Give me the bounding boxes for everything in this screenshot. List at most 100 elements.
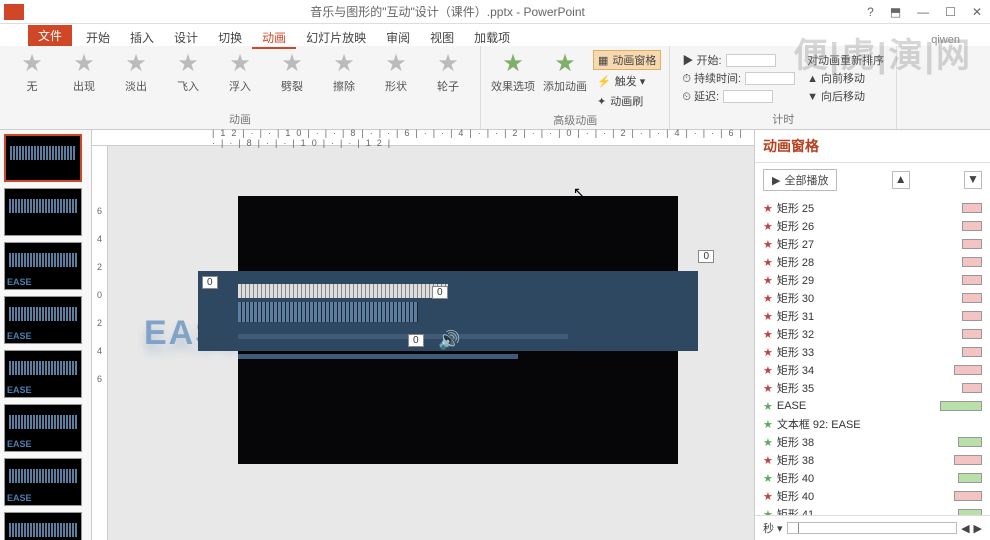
file-tab[interactable]: 文件: [28, 25, 72, 46]
user-label[interactable]: qiwen: [931, 34, 960, 46]
tab-动画[interactable]: 动画: [252, 29, 296, 49]
anim-list-item[interactable]: ★矩形 34: [755, 361, 990, 379]
slide-thumb[interactable]: [4, 188, 82, 236]
anim-preset-无[interactable]: ★无: [8, 50, 56, 94]
anim-list-item[interactable]: ★文本框 92: EASE: [755, 415, 990, 433]
tab-视图[interactable]: 视图: [420, 29, 464, 47]
anim-preset-出现[interactable]: ★出现: [60, 50, 108, 94]
animation-pane: 动画窗格 ▶全部播放 ▲ ▼ ★矩形 25★矩形 26★矩形 27★矩形 28★…: [754, 130, 990, 540]
help-icon[interactable]: ?: [863, 5, 878, 19]
move-up-button[interactable]: ▲: [892, 171, 910, 189]
tab-插入[interactable]: 插入: [120, 29, 164, 47]
slide-thumb[interactable]: EASE: [4, 350, 82, 398]
anim-list-item[interactable]: ★矩形 40: [755, 469, 990, 487]
start-input[interactable]: [726, 54, 776, 67]
ribbon: ★无★出现★淡出★飞入★浮入★劈裂★擦除★形状★轮子 动画 ★ 效果选项 ★ 添…: [0, 46, 990, 130]
anim-list-item[interactable]: ★矩形 31: [755, 307, 990, 325]
close-icon[interactable]: ✕: [968, 5, 986, 19]
anim-tag[interactable]: 0: [432, 286, 448, 299]
anim-preset-劈裂[interactable]: ★劈裂: [268, 50, 316, 94]
anim-preset-擦除[interactable]: ★擦除: [320, 50, 368, 94]
animation-pane-title: 动画窗格: [755, 130, 990, 163]
tab-开始[interactable]: 开始: [76, 29, 120, 47]
anim-preset-淡出[interactable]: ★淡出: [112, 50, 160, 94]
slide-thumb[interactable]: EASE: [4, 512, 82, 540]
anim-list-item[interactable]: ★矩形 35: [755, 379, 990, 397]
anim-list-item[interactable]: ★矩形 30: [755, 289, 990, 307]
animation-list[interactable]: ★矩形 25★矩形 26★矩形 27★矩形 28★矩形 29★矩形 30★矩形 …: [755, 197, 990, 515]
slide-editor[interactable]: EASE 0 0 0 0 🔊 ↖: [108, 146, 754, 540]
star-icon: ★: [763, 454, 773, 467]
anim-preset-浮入[interactable]: ★浮入: [216, 50, 264, 94]
seconds-dropdown[interactable]: 秒 ▾: [763, 520, 783, 536]
tab-设计[interactable]: 设计: [164, 29, 208, 47]
duration-label: ⏱ 持续时间:: [682, 70, 741, 86]
anim-list-item[interactable]: ★矩形 33: [755, 343, 990, 361]
slide[interactable]: 0 0 0 0 🔊: [238, 196, 678, 464]
anim-list-item[interactable]: ★矩形 40: [755, 487, 990, 505]
anim-list-item[interactable]: ★矩形 29: [755, 271, 990, 289]
slide-bars-dark[interactable]: [238, 302, 418, 322]
slide-thumb[interactable]: EASE: [4, 404, 82, 452]
tab-切换[interactable]: 切换: [208, 29, 252, 47]
delay-label: ⏲ 延迟:: [682, 88, 719, 104]
slide-thumbnails[interactable]: EASE EASE EASE EASE EASE EASE: [0, 130, 92, 540]
window-title: 音乐与图形的"互动"设计（课件）.pptx - PowerPoint: [32, 3, 863, 20]
animation-pane-button[interactable]: ▦动画窗格: [593, 50, 661, 70]
slide-bars-light[interactable]: [238, 284, 448, 298]
timeline-scrubber[interactable]: [787, 522, 957, 534]
anim-list-item[interactable]: ★EASE: [755, 397, 990, 415]
animation-painter-button[interactable]: ✦动画刷: [593, 92, 661, 110]
duration-input[interactable]: [745, 72, 795, 85]
anim-list-item[interactable]: ★矩形 38: [755, 433, 990, 451]
ribbon-tabs: 文件 开始插入设计切换动画幻灯片放映审阅视图加载项 qiwen: [0, 24, 990, 46]
anim-preset-轮子[interactable]: ★轮子: [424, 50, 472, 94]
ruler-vertical: 6420246: [92, 146, 108, 540]
star-icon: ★: [763, 274, 773, 287]
anim-list-item[interactable]: ★矩形 26: [755, 217, 990, 235]
anim-list-item[interactable]: ★矩形 41: [755, 505, 990, 515]
minimize-icon[interactable]: —: [913, 5, 933, 19]
tab-幻灯片放映[interactable]: 幻灯片放映: [296, 29, 376, 47]
ribbon-toggle-icon[interactable]: ⬒: [886, 5, 905, 19]
move-down-button[interactable]: ▼: [964, 171, 982, 189]
star-icon: ★: [763, 346, 773, 359]
move-earlier-button[interactable]: ▲ 向前移动: [807, 70, 884, 86]
timeline-prev-button[interactable]: ◀: [961, 522, 969, 535]
star-icon: ★: [763, 508, 773, 516]
play-all-button[interactable]: ▶全部播放: [763, 169, 837, 191]
trigger-button[interactable]: ⚡触发 ▾: [593, 72, 661, 90]
slide-thumb[interactable]: EASE: [4, 242, 82, 290]
start-label: ▶ 开始:: [682, 52, 721, 68]
slide-thumb[interactable]: EASE: [4, 296, 82, 344]
star-icon: ★: [763, 472, 773, 485]
star-icon: ★: [763, 328, 773, 341]
add-animation-button[interactable]: ★ 添加动画: [541, 50, 589, 94]
move-later-button[interactable]: ▼ 向后移动: [807, 88, 884, 104]
pane-icon: ▦: [598, 54, 608, 67]
anim-list-item[interactable]: ★矩形 38: [755, 451, 990, 469]
audio-icon[interactable]: 🔊: [438, 330, 460, 351]
slide-line-2[interactable]: [238, 354, 518, 359]
slide-thumb[interactable]: [4, 134, 82, 182]
anim-list-item[interactable]: ★矩形 32: [755, 325, 990, 343]
anim-list-item[interactable]: ★矩形 25: [755, 199, 990, 217]
anim-preset-飞入[interactable]: ★飞入: [164, 50, 212, 94]
delay-input[interactable]: [723, 90, 773, 103]
anim-tag[interactable]: 0: [408, 334, 424, 347]
timeline-next-button[interactable]: ▶: [974, 522, 982, 535]
star-icon: ★: [763, 202, 773, 215]
anim-list-item[interactable]: ★矩形 28: [755, 253, 990, 271]
slide-thumb[interactable]: EASE: [4, 458, 82, 506]
slide-line-1[interactable]: [238, 334, 568, 339]
maximize-icon[interactable]: ☐: [941, 5, 960, 19]
painter-icon: ✦: [597, 95, 606, 108]
anim-preset-形状[interactable]: ★形状: [372, 50, 420, 94]
anim-tag[interactable]: 0: [698, 250, 714, 263]
anim-list-item[interactable]: ★矩形 27: [755, 235, 990, 253]
tab-审阅[interactable]: 审阅: [376, 29, 420, 47]
reorder-label: 对动画重新排序: [807, 52, 884, 68]
anim-tag[interactable]: 0: [202, 276, 218, 289]
effect-options-button[interactable]: ★ 效果选项: [489, 50, 537, 94]
tab-加载项[interactable]: 加载项: [464, 29, 520, 47]
